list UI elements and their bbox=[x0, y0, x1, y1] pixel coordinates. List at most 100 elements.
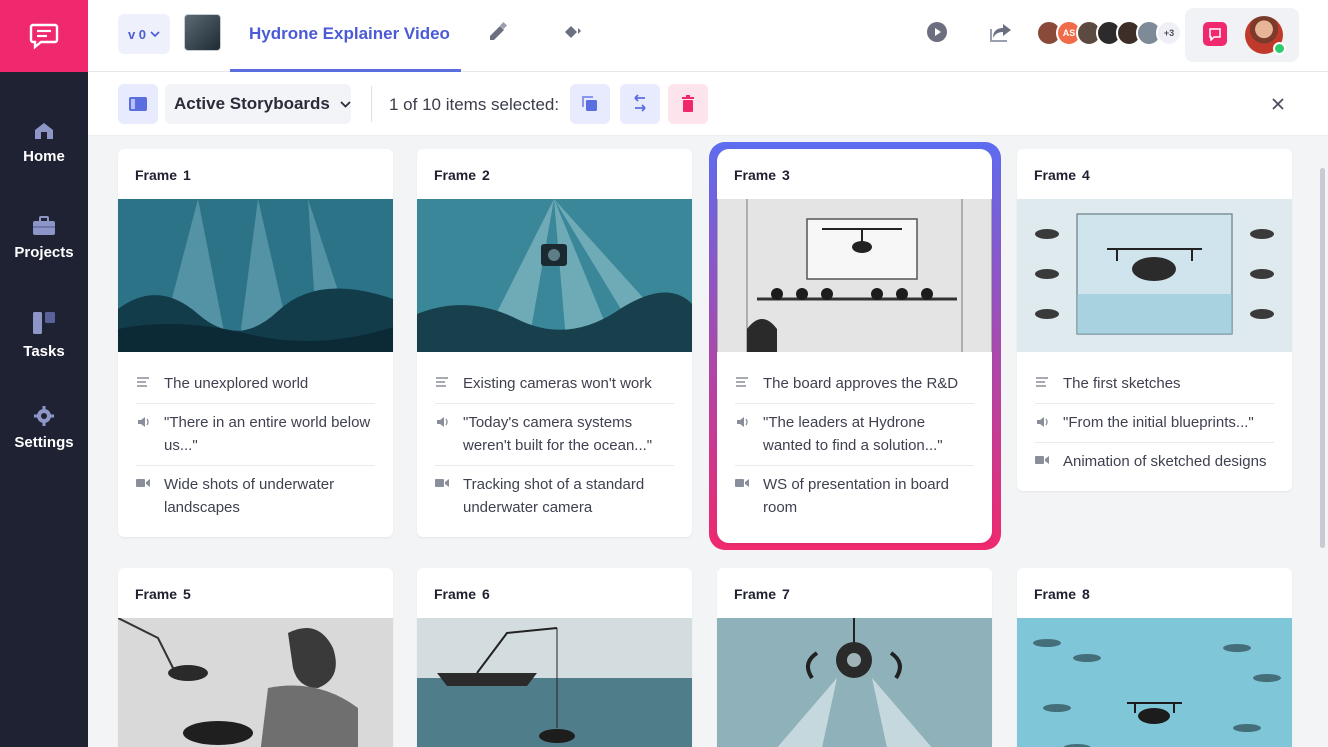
frame-image-underwater-camera bbox=[417, 199, 692, 352]
video-camera-icon bbox=[735, 479, 749, 487]
frame-shot: WS of presentation in board room bbox=[735, 466, 974, 527]
extra-collaborators-count: +3 bbox=[1156, 20, 1182, 46]
frame-image-boat-deploying-drone bbox=[417, 618, 692, 747]
frame-image-underwater-landscape bbox=[118, 199, 393, 352]
frame-image-drone-sketches bbox=[1017, 199, 1292, 352]
frame-dialogue: "Today's camera systems weren't built fo… bbox=[435, 404, 674, 466]
frame-card[interactable]: Frame 1 The unexplored world "There in an… bbox=[118, 149, 393, 537]
chevron-down-icon bbox=[340, 100, 351, 108]
frame-card[interactable]: Frame 6 bbox=[417, 568, 692, 747]
sidebar-item-label: Projects bbox=[14, 244, 74, 261]
text-lines-icon bbox=[436, 377, 448, 387]
sidebar-item-label: Tasks bbox=[23, 343, 65, 360]
version-dropdown[interactable]: v 0 bbox=[118, 14, 170, 54]
sidebar-item-label: Settings bbox=[14, 434, 74, 451]
frame-image-drone-among-fish bbox=[1017, 618, 1292, 747]
frame-card[interactable]: Frame 2 Existing cameras won't work "Toda… bbox=[417, 149, 692, 537]
sidebar: Home Projects Tasks Settings bbox=[0, 0, 88, 747]
frame-image-board-room bbox=[717, 199, 992, 352]
pencil-icon bbox=[490, 21, 508, 40]
speaker-icon bbox=[736, 417, 748, 427]
text-lines-icon bbox=[736, 377, 748, 387]
filter-label: Active Storyboards bbox=[174, 94, 330, 113]
trash-icon bbox=[682, 95, 694, 112]
app-logo[interactable] bbox=[0, 0, 88, 72]
chat-logo-icon bbox=[29, 23, 59, 50]
delete-button[interactable] bbox=[668, 84, 708, 124]
user-area bbox=[1185, 8, 1299, 62]
frame-dialogue: "From the initial blueprints..." bbox=[1035, 404, 1274, 443]
animation-button[interactable] bbox=[561, 20, 585, 44]
frame-description: Existing cameras won't work bbox=[435, 365, 674, 404]
frame-image-drone-underwater-lights bbox=[717, 618, 992, 747]
chevron-down-icon bbox=[150, 31, 160, 37]
project-title[interactable]: Hydrone Explainer Video bbox=[249, 24, 450, 44]
frame-title: Frame 1 bbox=[135, 167, 191, 183]
scrollbar[interactable] bbox=[1320, 168, 1325, 548]
duplicate-button[interactable] bbox=[570, 84, 610, 124]
diamond-icon bbox=[565, 26, 581, 38]
sidebar-item-tasks[interactable]: Tasks bbox=[0, 311, 88, 360]
storyboard-filter-dropdown[interactable]: Active Storyboards bbox=[165, 84, 351, 124]
frame-card[interactable]: Frame 7 bbox=[717, 568, 992, 747]
frame-title: Frame 6 bbox=[434, 586, 490, 602]
frame-dialogue: "The leaders at Hydrone wanted to find a… bbox=[735, 404, 974, 466]
frame-title: Frame 4 bbox=[1034, 167, 1090, 183]
copy-icon bbox=[582, 96, 597, 111]
version-label: v 0 bbox=[127, 26, 147, 42]
top-bar: v 0 Hydrone Explainer Video AS +3 bbox=[88, 0, 1328, 72]
frame-card[interactable]: Frame 5 bbox=[118, 568, 393, 747]
video-camera-icon bbox=[435, 479, 449, 487]
gear-icon bbox=[34, 406, 54, 426]
speaker-icon bbox=[436, 417, 448, 427]
storyboard-grid: Frame 1 The unexplored world "There in an… bbox=[88, 136, 1328, 747]
share-icon bbox=[990, 24, 1011, 42]
sidebar-item-projects[interactable]: Projects bbox=[0, 216, 88, 261]
video-camera-icon bbox=[1035, 456, 1049, 464]
frame-title: Frame 5 bbox=[135, 586, 191, 602]
panel-icon bbox=[129, 97, 147, 111]
divider bbox=[371, 86, 372, 122]
close-selection-button[interactable] bbox=[1266, 92, 1290, 116]
home-icon bbox=[35, 123, 53, 139]
video-camera-icon bbox=[136, 479, 150, 487]
briefcase-icon bbox=[33, 216, 55, 235]
frame-dialogue: "There in an entire world below us..." bbox=[136, 404, 375, 466]
play-icon bbox=[927, 22, 947, 42]
play-button[interactable] bbox=[925, 20, 949, 44]
frame-shot: Tracking shot of a standard underwater c… bbox=[435, 466, 674, 527]
text-lines-icon bbox=[137, 377, 149, 387]
frame-title: Frame 8 bbox=[1034, 586, 1090, 602]
frame-title: Frame 7 bbox=[734, 586, 790, 602]
frame-card[interactable]: Frame 4 The first sketches "From the init… bbox=[1017, 149, 1292, 491]
tasks-icon bbox=[33, 312, 55, 334]
selection-toolbar: Active Storyboards 1 of 10 items selecte… bbox=[88, 72, 1328, 136]
frame-title: Frame 3 bbox=[734, 167, 790, 183]
edit-button[interactable] bbox=[486, 20, 510, 44]
frame-shot: Wide shots of underwater landscapes bbox=[136, 466, 375, 527]
chat-button[interactable] bbox=[1203, 22, 1227, 46]
frame-title: Frame 2 bbox=[434, 167, 490, 183]
collaborator-avatars[interactable]: AS +3 bbox=[1036, 20, 1182, 48]
speaker-icon bbox=[1036, 417, 1048, 427]
close-icon bbox=[1272, 98, 1284, 110]
chat-icon bbox=[1209, 28, 1221, 41]
project-thumbnail[interactable] bbox=[184, 14, 221, 51]
text-lines-icon bbox=[1036, 377, 1048, 387]
share-button[interactable] bbox=[989, 20, 1013, 44]
toggle-panel-button[interactable] bbox=[118, 84, 158, 124]
frame-card[interactable]: Frame 8 bbox=[1017, 568, 1292, 747]
frame-image-engineer-building-drone bbox=[118, 617, 393, 747]
speaker-icon bbox=[137, 417, 149, 427]
swap-icon bbox=[634, 94, 646, 112]
frame-description: The first sketches bbox=[1035, 365, 1274, 404]
frame-description: The board approves the R&D bbox=[735, 365, 974, 404]
sidebar-item-home[interactable]: Home bbox=[0, 122, 88, 165]
move-button[interactable] bbox=[620, 84, 660, 124]
online-status-indicator bbox=[1273, 42, 1286, 55]
frame-description: The unexplored world bbox=[136, 365, 375, 404]
selection-count: 1 of 10 items selected: bbox=[389, 95, 560, 114]
sidebar-item-settings[interactable]: Settings bbox=[0, 406, 88, 451]
frame-card-selected[interactable]: Frame 3 The board approves the R&D "The l… bbox=[717, 149, 992, 543]
frame-shot: Animation of sketched designs bbox=[1035, 443, 1274, 481]
